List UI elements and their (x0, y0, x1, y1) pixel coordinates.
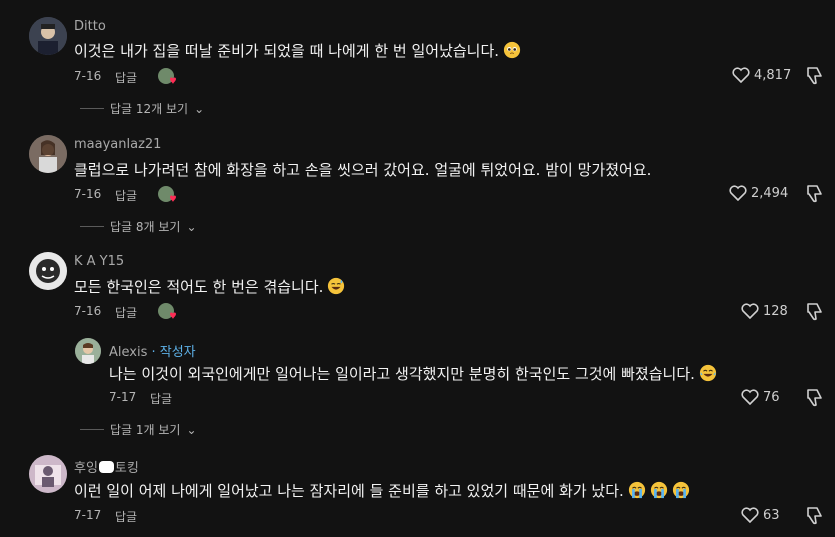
comment-date: 7-17 (74, 508, 102, 522)
divider (80, 226, 104, 227)
view-replies-button[interactable]: 답글 12개 보기 ⌄ (80, 100, 204, 117)
loudly-crying-icon (672, 481, 689, 499)
avatar[interactable] (29, 252, 67, 290)
avatar[interactable] (29, 17, 67, 55)
reply-button[interactable]: 답글 (115, 187, 137, 204)
like-button[interactable]: 2,494 (729, 185, 788, 201)
loudly-crying-icon (628, 481, 645, 499)
dislike-icon[interactable] (805, 388, 823, 408)
comment-text: 나는 이것이 외국인에게만 일어나는 일이라고 생각했지만 분명히 한국인도 그… (109, 363, 717, 384)
comment-date: 7-16 (74, 69, 102, 83)
like-count: 2,494 (751, 185, 789, 201)
like-button[interactable]: 63 (741, 507, 780, 523)
divider (80, 429, 104, 430)
comment-date: 7-16 (74, 187, 102, 201)
like-count: 63 (763, 507, 780, 523)
heart-icon (741, 507, 759, 523)
speech-bubble-icon (98, 461, 114, 473)
comment-username[interactable]: K A Y15 (74, 254, 124, 269)
avatar[interactable] (29, 135, 67, 173)
comment-date: 7-16 (74, 304, 102, 318)
comment-text: 이것은 내가 집을 떠날 준비가 되었을 때 나에게 한 번 일어났습니다. (74, 40, 521, 61)
author-badge: · 작성자 (147, 345, 196, 360)
reply-button[interactable]: 답글 (150, 390, 172, 407)
comment-text: 클럽으로 나가려던 참에 화장을 하고 손을 씻으러 갔어요. 얼굴에 튀었어요… (74, 161, 652, 179)
chevron-down-icon: ⌄ (194, 101, 205, 116)
heart-icon (729, 185, 747, 201)
dislike-icon[interactable] (805, 66, 823, 86)
avatar[interactable] (75, 338, 101, 364)
tears-of-joy-icon (699, 364, 716, 382)
creator-liked-icon (158, 303, 176, 319)
like-button[interactable]: 4,817 (732, 67, 791, 83)
heart-icon (741, 303, 759, 319)
comment-text: 모든 한국인은 적어도 한 번은 겪습니다. (74, 276, 345, 297)
view-replies-button[interactable]: 답글 8개 보기 ⌄ (80, 218, 197, 235)
comment-username[interactable]: maayanlaz21 (74, 137, 161, 152)
loudly-crying-icon (650, 481, 667, 499)
reply-button[interactable]: 답글 (115, 508, 137, 525)
dislike-icon[interactable] (805, 506, 823, 526)
like-button[interactable]: 128 (741, 303, 788, 319)
dislike-icon[interactable] (805, 302, 823, 322)
creator-liked-icon (158, 68, 176, 84)
avatar[interactable] (29, 455, 67, 493)
chevron-down-icon: ⌄ (186, 422, 197, 437)
reply-button[interactable]: 답글 (115, 69, 137, 86)
like-count: 76 (763, 389, 780, 405)
creator-liked-icon (158, 186, 176, 202)
comment-date: 7-17 (109, 390, 137, 404)
reply-button[interactable]: 답글 (115, 304, 137, 321)
comment-username[interactable]: 후잉 토킹 (74, 457, 139, 476)
comment-username[interactable]: Ditto (74, 19, 106, 34)
view-replies-button[interactable]: 답글 1개 보기 ⌄ (80, 421, 197, 438)
like-count: 128 (763, 303, 788, 319)
chevron-down-icon: ⌄ (186, 219, 197, 234)
dislike-icon[interactable] (805, 184, 823, 204)
sweat-smile-icon (328, 277, 345, 295)
divider (80, 108, 104, 109)
like-button[interactable]: 76 (741, 389, 780, 405)
pleading-face-icon (503, 41, 521, 59)
heart-icon (741, 389, 759, 405)
like-count: 4,817 (754, 67, 792, 83)
comment-text: 이런 일이 어제 나에게 일어났고 나는 잠자리에 들 준비를 하고 있었기 때… (74, 480, 690, 501)
comment-username[interactable]: Alexis · 작성자 (109, 341, 196, 360)
heart-icon (732, 67, 750, 83)
